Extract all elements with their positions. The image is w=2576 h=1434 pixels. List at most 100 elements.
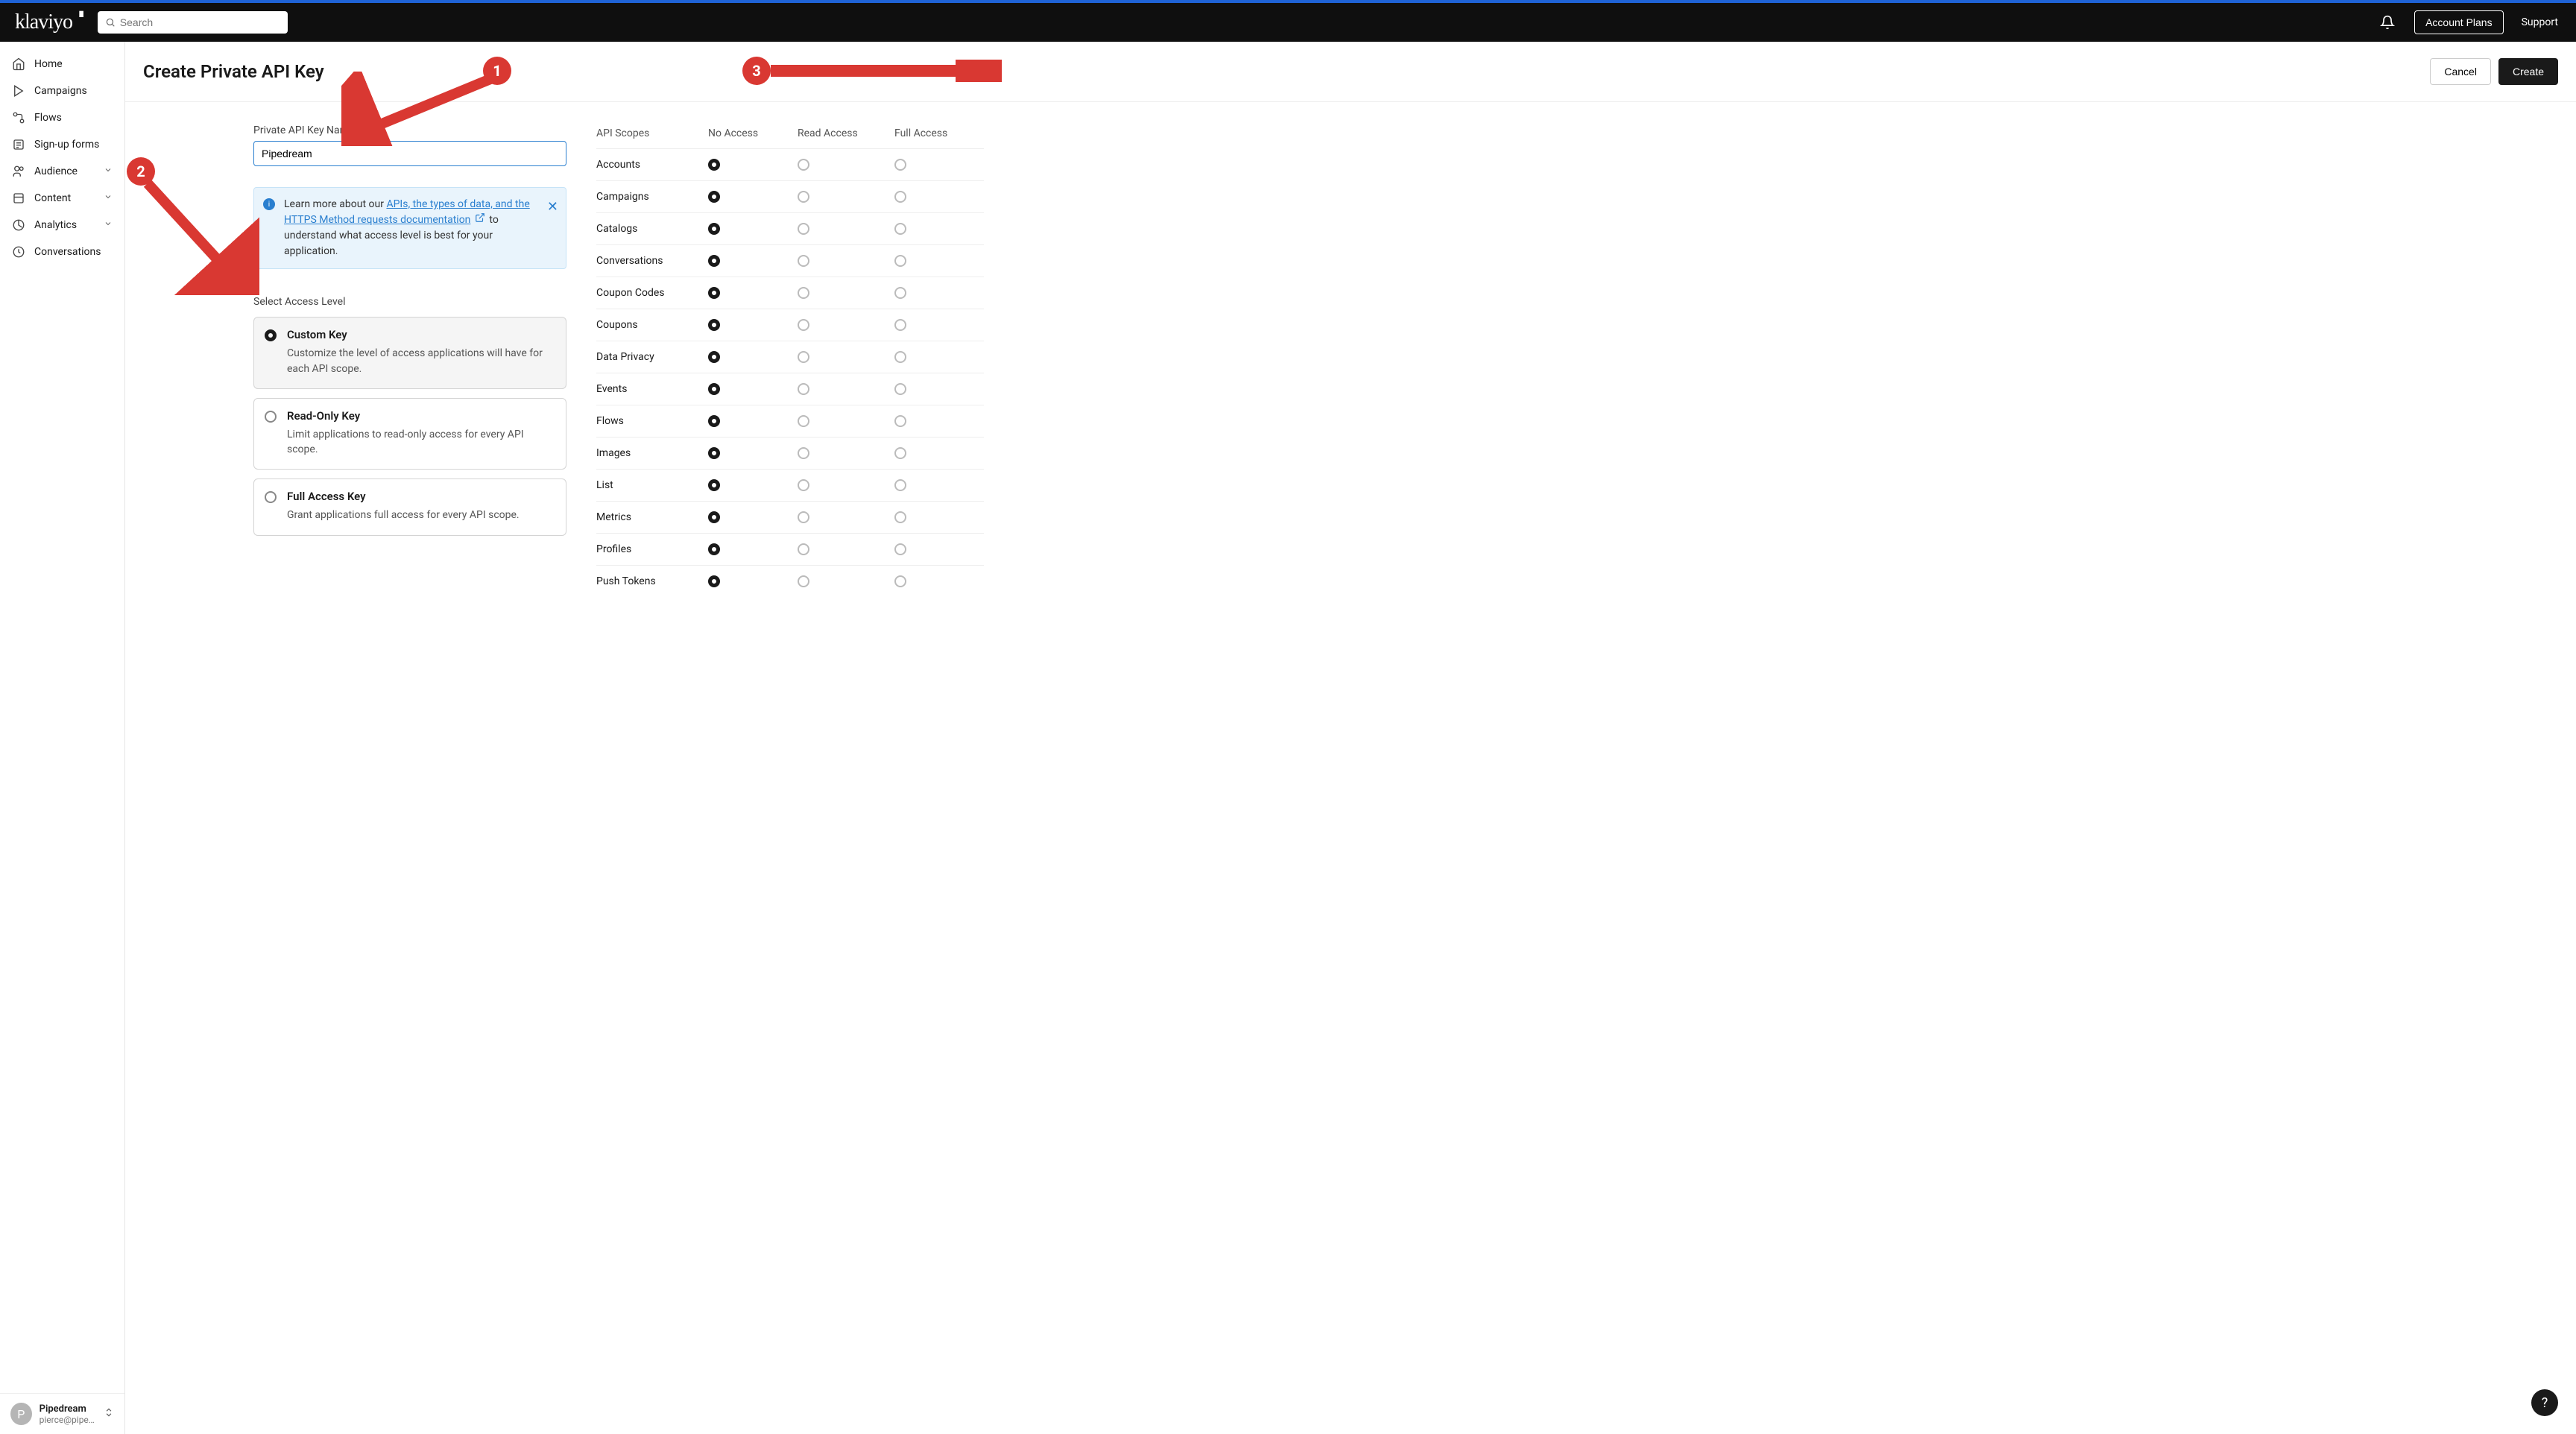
scope-radio-no[interactable] [708, 447, 720, 459]
avatar: P [10, 1403, 32, 1425]
scope-radio-read[interactable] [798, 223, 809, 235]
radio-icon [265, 329, 277, 341]
scope-name: Coupons [596, 319, 708, 331]
search-wrap [98, 11, 288, 34]
access-option-full-access-key[interactable]: Full Access Key Grant applications full … [253, 478, 566, 535]
sidebar-item-analytics[interactable]: Analytics [0, 212, 124, 239]
access-option-desc: Grant applications full access for every… [287, 508, 554, 522]
scope-radio-full[interactable] [894, 447, 906, 459]
annotation-badge-3: 3 [742, 57, 771, 85]
access-option-title: Custom Key [287, 328, 554, 341]
scope-radio-no[interactable] [708, 511, 720, 523]
sidebar: Home Campaigns Flows Sign-up forms Audie… [0, 42, 125, 1434]
access-option-custom-key[interactable]: Custom Key Customize the level of access… [253, 317, 566, 389]
scope-radio-read[interactable] [798, 255, 809, 267]
scope-radio-full[interactable] [894, 511, 906, 523]
annotation-arrow-1 [341, 72, 513, 146]
nav-list: Home Campaigns Flows Sign-up forms Audie… [0, 51, 124, 1393]
scope-radio-full[interactable] [894, 319, 906, 331]
scope-radio-no[interactable] [708, 543, 720, 555]
access-option-desc: Limit applications to read-only access f… [287, 427, 554, 458]
annotation-badge-2: 2 [127, 157, 155, 186]
scope-radio-full[interactable] [894, 191, 906, 203]
scope-radio-read[interactable] [798, 287, 809, 299]
scope-radio-read[interactable] [798, 191, 809, 203]
scope-radio-no[interactable] [708, 159, 720, 171]
sidebar-item-sign-up-forms[interactable]: Sign-up forms [0, 131, 124, 158]
scope-radio-full[interactable] [894, 351, 906, 363]
radio-icon [265, 411, 277, 423]
scope-radio-read[interactable] [798, 415, 809, 427]
scope-radio-read[interactable] [798, 575, 809, 587]
scope-row: Accounts [596, 148, 984, 180]
scope-radio-no[interactable] [708, 575, 720, 587]
scope-radio-read[interactable] [798, 511, 809, 523]
scope-radio-read[interactable] [798, 447, 809, 459]
scope-radio-read[interactable] [798, 543, 809, 555]
scope-name: Metrics [596, 511, 708, 523]
scope-radio-no[interactable] [708, 191, 720, 203]
sidebar-item-home[interactable]: Home [0, 51, 124, 78]
scope-radio-no[interactable] [708, 319, 720, 331]
brand-flag-icon: ▝ [75, 12, 83, 25]
scope-radio-no[interactable] [708, 287, 720, 299]
account-switcher[interactable]: P Pipedream pierce@piped... [0, 1393, 124, 1434]
scope-name: Catalogs [596, 223, 708, 235]
access-option-title: Full Access Key [287, 490, 554, 503]
scope-radio-full[interactable] [894, 415, 906, 427]
scope-radio-read[interactable] [798, 159, 809, 171]
scope-row: Coupons [596, 309, 984, 341]
scope-radio-read[interactable] [798, 351, 809, 363]
home-icon [12, 57, 25, 71]
help-button[interactable]: ? [2531, 1389, 2558, 1416]
support-link[interactable]: Support [2519, 16, 2561, 28]
scope-radio-read[interactable] [798, 479, 809, 491]
scope-radio-full[interactable] [894, 575, 906, 587]
search-input[interactable] [98, 11, 288, 34]
scope-radio-full[interactable] [894, 223, 906, 235]
sidebar-item-content[interactable]: Content [0, 185, 124, 212]
page-title: Create Private API Key [143, 61, 324, 82]
radio-icon [265, 491, 277, 503]
scope-radio-full[interactable] [894, 255, 906, 267]
scope-row: Campaigns [596, 180, 984, 212]
scope-radio-no[interactable] [708, 351, 720, 363]
scope-name: Campaigns [596, 191, 708, 203]
scope-radio-no[interactable] [708, 223, 720, 235]
sidebar-item-campaigns[interactable]: Campaigns [0, 78, 124, 104]
brand-logo[interactable]: klaviyo ▝ [15, 10, 83, 34]
sidebar-item-conversations[interactable]: Conversations [0, 239, 124, 265]
create-button[interactable]: Create [2498, 58, 2558, 85]
audience-icon [12, 165, 25, 178]
scope-radio-no[interactable] [708, 479, 720, 491]
scopes-header: API Scopes No Access Read Access Full Ac… [596, 124, 984, 148]
sidebar-item-flows[interactable]: Flows [0, 104, 124, 131]
scope-name: List [596, 479, 708, 491]
scope-radio-full[interactable] [894, 543, 906, 555]
scope-row: Flows [596, 405, 984, 437]
sidebar-item-label: Content [34, 192, 71, 204]
scope-radio-no[interactable] [708, 383, 720, 395]
scope-radio-full[interactable] [894, 479, 906, 491]
sidebar-item-label: Conversations [34, 246, 101, 258]
scope-radio-read[interactable] [798, 383, 809, 395]
scope-radio-read[interactable] [798, 319, 809, 331]
info-banner: i Learn more about our APIs, the types o… [253, 187, 566, 269]
account-plans-button[interactable]: Account Plans [2414, 10, 2504, 34]
scope-radio-full[interactable] [894, 287, 906, 299]
scope-name: Conversations [596, 255, 708, 267]
account-name: Pipedream [40, 1403, 96, 1415]
scope-row: Profiles [596, 533, 984, 565]
notifications-button[interactable] [2375, 10, 2399, 34]
access-option-read-only-key[interactable]: Read-Only Key Limit applications to read… [253, 398, 566, 470]
scope-name: Profiles [596, 543, 708, 555]
cancel-button[interactable]: Cancel [2430, 58, 2491, 85]
scope-radio-full[interactable] [894, 159, 906, 171]
scope-radio-full[interactable] [894, 383, 906, 395]
scope-radio-no[interactable] [708, 415, 720, 427]
access-level-label: Select Access Level [253, 296, 566, 308]
scope-name: Accounts [596, 159, 708, 171]
scope-radio-no[interactable] [708, 255, 720, 267]
banner-close-button[interactable]: ✕ [547, 197, 558, 217]
sidebar-item-audience[interactable]: Audience [0, 158, 124, 185]
